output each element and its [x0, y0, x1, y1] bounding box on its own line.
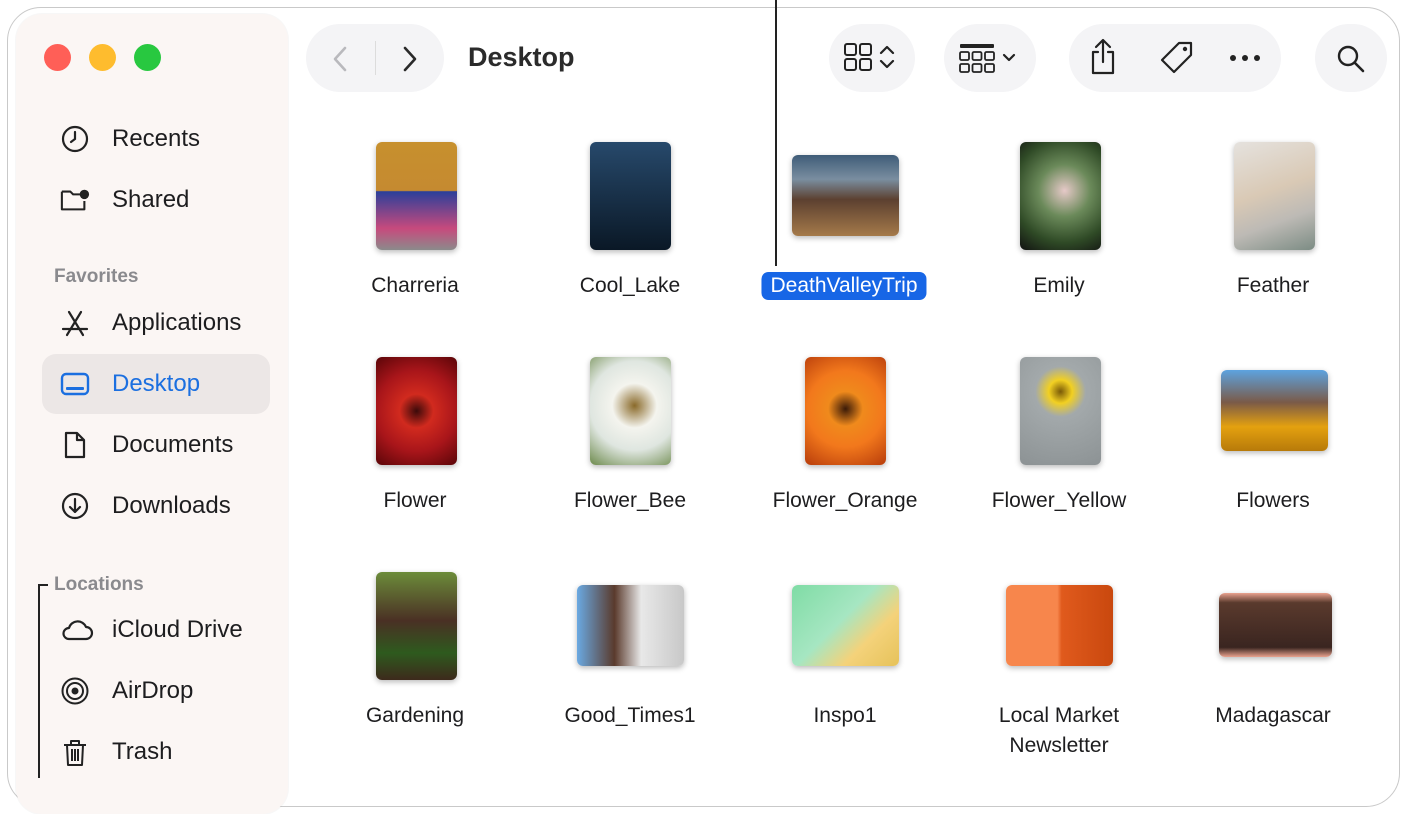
clock-icon — [61, 125, 89, 153]
sidebar-item-icloud-drive[interactable]: iCloud Drive — [42, 600, 270, 660]
group-button[interactable] — [944, 24, 1036, 92]
file-name[interactable]: Flower_Orange — [773, 489, 918, 513]
grid-view-icon — [844, 43, 895, 71]
file-thumbnail[interactable] — [1006, 585, 1113, 666]
sidebar-item-downloads[interactable]: Downloads — [42, 476, 270, 536]
download-icon — [61, 492, 89, 520]
sidebar-item-label: Shared — [112, 186, 190, 213]
file-name-line2[interactable]: Newsletter — [1009, 734, 1108, 758]
section-favorites: Favorites — [54, 266, 139, 287]
nav-divider — [375, 41, 376, 75]
file-name-selected[interactable]: DeathValleyTrip — [761, 272, 927, 300]
navigation-controls — [306, 24, 444, 92]
sidebar-item-label: AirDrop — [112, 677, 194, 704]
sidebar-item-desktop[interactable]: Desktop — [42, 354, 270, 414]
sidebar-item-label: iCloud Drive — [112, 616, 243, 643]
file-name[interactable]: Inspo1 — [813, 704, 876, 728]
file-name[interactable]: Gardening — [366, 704, 464, 728]
file-thumbnail[interactable] — [376, 572, 457, 680]
sidebar-item-label: Trash — [112, 738, 173, 765]
sidebar-item-label: Documents — [112, 431, 234, 458]
shared-folder-icon — [60, 189, 90, 211]
sidebar-item-label: Recents — [112, 125, 201, 152]
file-name[interactable]: Flower — [383, 489, 446, 513]
file-name[interactable]: Local Market — [999, 704, 1119, 728]
file-name[interactable]: Flowers — [1236, 489, 1310, 513]
file-name[interactable]: Flower_Bee — [574, 489, 686, 513]
file-name[interactable]: Flower_Yellow — [992, 489, 1127, 513]
search-button[interactable] — [1315, 24, 1387, 92]
callout-line — [775, 0, 777, 266]
file-thumbnail[interactable] — [577, 585, 684, 666]
sidebar-item-trash[interactable]: Trash — [42, 722, 270, 782]
applications-icon — [61, 310, 89, 337]
sidebar-item-applications[interactable]: Applications — [42, 293, 270, 353]
cloud-icon — [62, 620, 94, 641]
group-icon — [959, 44, 1016, 73]
zoom-button[interactable] — [134, 44, 161, 71]
callout-line — [38, 584, 40, 778]
share-icon[interactable] — [1087, 38, 1119, 76]
file-thumbnail[interactable] — [792, 155, 899, 236]
file-thumbnail[interactable] — [590, 142, 671, 250]
sidebar-item-recents[interactable]: Recents — [42, 109, 270, 169]
sidebar-item-documents[interactable]: Documents — [42, 415, 270, 475]
view-mode-button[interactable] — [829, 24, 915, 92]
file-thumbnail[interactable] — [1020, 357, 1101, 465]
back-icon[interactable] — [330, 44, 352, 74]
file-name[interactable]: Good_Times1 — [564, 704, 695, 728]
file-thumbnail[interactable] — [590, 357, 671, 465]
sidebar-item-label: Desktop — [112, 370, 201, 397]
sidebar-item-shared[interactable]: Shared — [42, 170, 270, 230]
search-icon — [1337, 45, 1365, 73]
sidebar-item-label: Downloads — [112, 492, 231, 519]
section-locations: Locations — [54, 574, 144, 595]
close-button[interactable] — [44, 44, 71, 71]
file-thumbnail[interactable] — [376, 142, 457, 250]
file-name[interactable]: Charreria — [371, 274, 459, 298]
more-icon[interactable] — [1229, 54, 1261, 62]
trash-icon — [64, 740, 86, 766]
minimize-button[interactable] — [89, 44, 116, 71]
forward-icon[interactable] — [398, 44, 420, 74]
document-icon — [64, 431, 86, 459]
desktop-icon — [60, 372, 90, 396]
file-name[interactable]: Feather — [1237, 274, 1309, 298]
file-thumbnail[interactable] — [1221, 370, 1328, 451]
file-thumbnail[interactable] — [376, 357, 457, 465]
callout-tick — [38, 584, 48, 586]
file-thumbnail[interactable] — [792, 585, 899, 666]
file-thumbnail[interactable] — [805, 357, 886, 465]
sidebar-item-label: Applications — [112, 309, 242, 336]
file-thumbnail[interactable] — [1219, 593, 1332, 657]
airdrop-icon — [61, 677, 89, 705]
file-thumbnail[interactable] — [1234, 142, 1315, 250]
file-thumbnail[interactable] — [1020, 142, 1101, 250]
file-name[interactable]: Madagascar — [1215, 704, 1331, 728]
file-name[interactable]: Emily — [1033, 274, 1084, 298]
file-name[interactable]: Cool_Lake — [580, 274, 680, 298]
sidebar-item-airdrop[interactable]: AirDrop — [42, 661, 270, 721]
window-title: Desktop — [468, 42, 575, 72]
actions-group — [1069, 24, 1281, 92]
tag-icon[interactable] — [1157, 40, 1195, 76]
